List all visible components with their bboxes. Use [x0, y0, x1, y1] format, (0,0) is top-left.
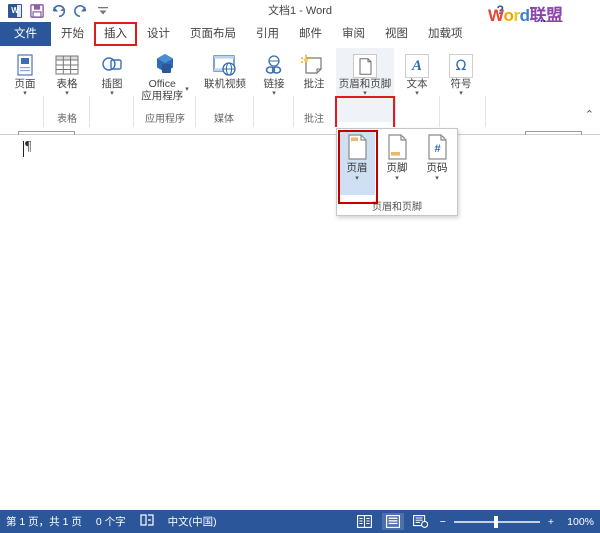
ribbon-button-symbol[interactable]: Ω 符号 ▾ [442, 50, 480, 98]
tab-5[interactable]: 引用 [246, 22, 289, 46]
ribbon-button-pages[interactable]: 页面 ▾ [6, 50, 44, 98]
page-number-icon: # [427, 132, 448, 162]
zoom-slider-thumb[interactable] [493, 515, 498, 528]
ribbon-button-illustrations[interactable]: 插图 ▾ [94, 50, 130, 98]
chevron-down-icon[interactable]: ▾ [65, 90, 69, 98]
dropdown-item-label: 页脚 [386, 162, 408, 174]
text-icon: A [405, 50, 429, 78]
chevron-down-icon[interactable]: ▾ [185, 86, 189, 94]
annotation-box-header-item [338, 130, 378, 204]
ribbon-button-comment[interactable]: 批注 [296, 50, 332, 90]
ribbon-group-label-table: 表格 [57, 114, 77, 125]
svg-text:#: # [434, 143, 440, 155]
chevron-down-icon[interactable]: ▾ [435, 175, 439, 183]
footer-page-icon [387, 132, 408, 162]
ribbon-button-text[interactable]: A 文本 ▾ [398, 50, 436, 98]
chevron-down-icon[interactable]: ▾ [459, 90, 463, 98]
chevron-down-icon[interactable]: ▾ [272, 90, 276, 98]
ribbon-group-label-media: 媒体 [214, 114, 234, 125]
ribbon-tabs: 文件 开始 插入 设计 页面布局 引用 邮件 审阅 视图 加载项 [0, 22, 473, 46]
dropdown-item-2[interactable]: # 页码 ▾ [419, 132, 455, 195]
document-page[interactable]: ¶ [0, 127, 600, 506]
ribbon: 页面 ▾ 表格 ▾ 表格 插图 ▾ Office 应用程序 ▾ 应用程序 联机视… [0, 46, 600, 154]
paragraph-mark: ¶ [25, 139, 32, 154]
collapse-ribbon-icon[interactable]: ⌃ [585, 108, 594, 121]
dropdown-item-1[interactable]: 页脚 ▾ [379, 132, 415, 195]
word-window: 文档1 - Word ? Word联盟 www.wordlm.com 文件开始插… [0, 0, 600, 533]
online-video-icon [211, 50, 239, 78]
ribbon-button-label: 页眉和页脚 [338, 78, 392, 90]
text-cursor [23, 141, 24, 157]
comment-icon [301, 50, 327, 78]
zoom-level-label[interactable]: 100% [562, 516, 594, 528]
header-footer-icon [353, 50, 377, 78]
tab-2[interactable]: 插入 [94, 22, 137, 46]
page-top-edge [0, 134, 600, 135]
title-bar: 文档1 - Word ? Word联盟 www.wordlm.com [0, 0, 600, 32]
document-title: 文档1 - Word [268, 5, 332, 17]
ribbon-button-online-video[interactable]: 联机视频 [198, 50, 252, 90]
office-apps-icon [151, 50, 179, 78]
dropdown-item-label: 页码 [426, 162, 448, 174]
status-left: 第 1 页，共 1 页 0 个字 中文(中国) [6, 510, 217, 533]
ribbon-button-label: 链接 [263, 78, 285, 90]
document-area[interactable]: ¶ 页眉 ▾ 页脚 ▾ # 页码 ▾ 页眉和页脚 [0, 127, 600, 506]
zoom-slider[interactable] [453, 515, 540, 529]
margin-marker-left [18, 131, 75, 135]
help-icon[interactable]: ? [497, 3, 504, 17]
chevron-down-icon[interactable]: ▾ [415, 90, 419, 98]
tab-7[interactable]: 审阅 [332, 22, 375, 46]
language-label[interactable]: 中文(中国) [168, 514, 217, 529]
word-count-label[interactable]: 0 个字 [96, 514, 126, 529]
print-layout-icon[interactable] [381, 513, 404, 530]
margin-marker-right [525, 131, 582, 135]
ribbon-tab-bar: 文件 开始 插入 设计 页面布局 引用 邮件 审阅 视图 加载项 [0, 22, 600, 47]
tab-3[interactable]: 设计 [137, 22, 180, 46]
chevron-down-icon[interactable]: ▾ [110, 90, 114, 98]
page-icon [15, 50, 35, 78]
tab-9[interactable]: 加载项 [418, 22, 473, 46]
tab-6[interactable]: 邮件 [289, 22, 332, 46]
ribbon-button-label: 文本 [406, 78, 428, 90]
ribbon-button-header-footer[interactable]: 页眉和页脚 ▾ [336, 50, 394, 98]
tab-8[interactable]: 视图 [375, 22, 418, 46]
status-right: − + 100% [354, 510, 594, 533]
proofing-icon[interactable] [140, 514, 154, 529]
ribbon-button-label: 插图 [101, 78, 123, 90]
ribbon-button-label: 页面 [14, 78, 36, 90]
tab-4[interactable]: 页面布局 [180, 22, 246, 46]
ribbon-button-label: 批注 [303, 78, 325, 90]
ribbon-button-label: 联机视频 [204, 78, 246, 90]
tab-1[interactable]: 开始 [51, 22, 94, 46]
illustration-icon [100, 50, 124, 78]
zoom-out-button[interactable]: − [438, 516, 448, 528]
chevron-down-icon[interactable]: ▾ [395, 175, 399, 183]
ribbon-button-links[interactable]: 链接 ▾ [256, 50, 292, 98]
symbol-icon: Ω [449, 50, 473, 78]
ribbon-button-table[interactable]: 表格 ▾ [48, 50, 86, 98]
zoom-in-button[interactable]: + [546, 516, 556, 528]
status-bar: 第 1 页，共 1 页 0 个字 中文(中国) − + 100% [0, 510, 600, 533]
page-count-label[interactable]: 第 1 页，共 1 页 [6, 514, 82, 529]
link-icon [262, 50, 286, 78]
read-mode-icon[interactable] [354, 513, 376, 530]
tab-0[interactable]: 文件 [0, 22, 51, 46]
ribbon-group-label-apps: 应用程序 [145, 114, 185, 125]
web-layout-icon[interactable] [410, 513, 432, 530]
table-icon [54, 50, 80, 78]
ribbon-button-office-apps[interactable]: Office 应用程序 ▾ [136, 50, 194, 102]
ribbon-group-label-comments: 批注 [304, 114, 324, 125]
ribbon-button-label: 表格 [56, 78, 78, 90]
ribbon-button-label: 符号 [450, 78, 472, 90]
ribbon-button-label-office: Office 应用程序 ▾ [141, 78, 189, 102]
chevron-down-icon[interactable]: ▾ [23, 90, 27, 98]
